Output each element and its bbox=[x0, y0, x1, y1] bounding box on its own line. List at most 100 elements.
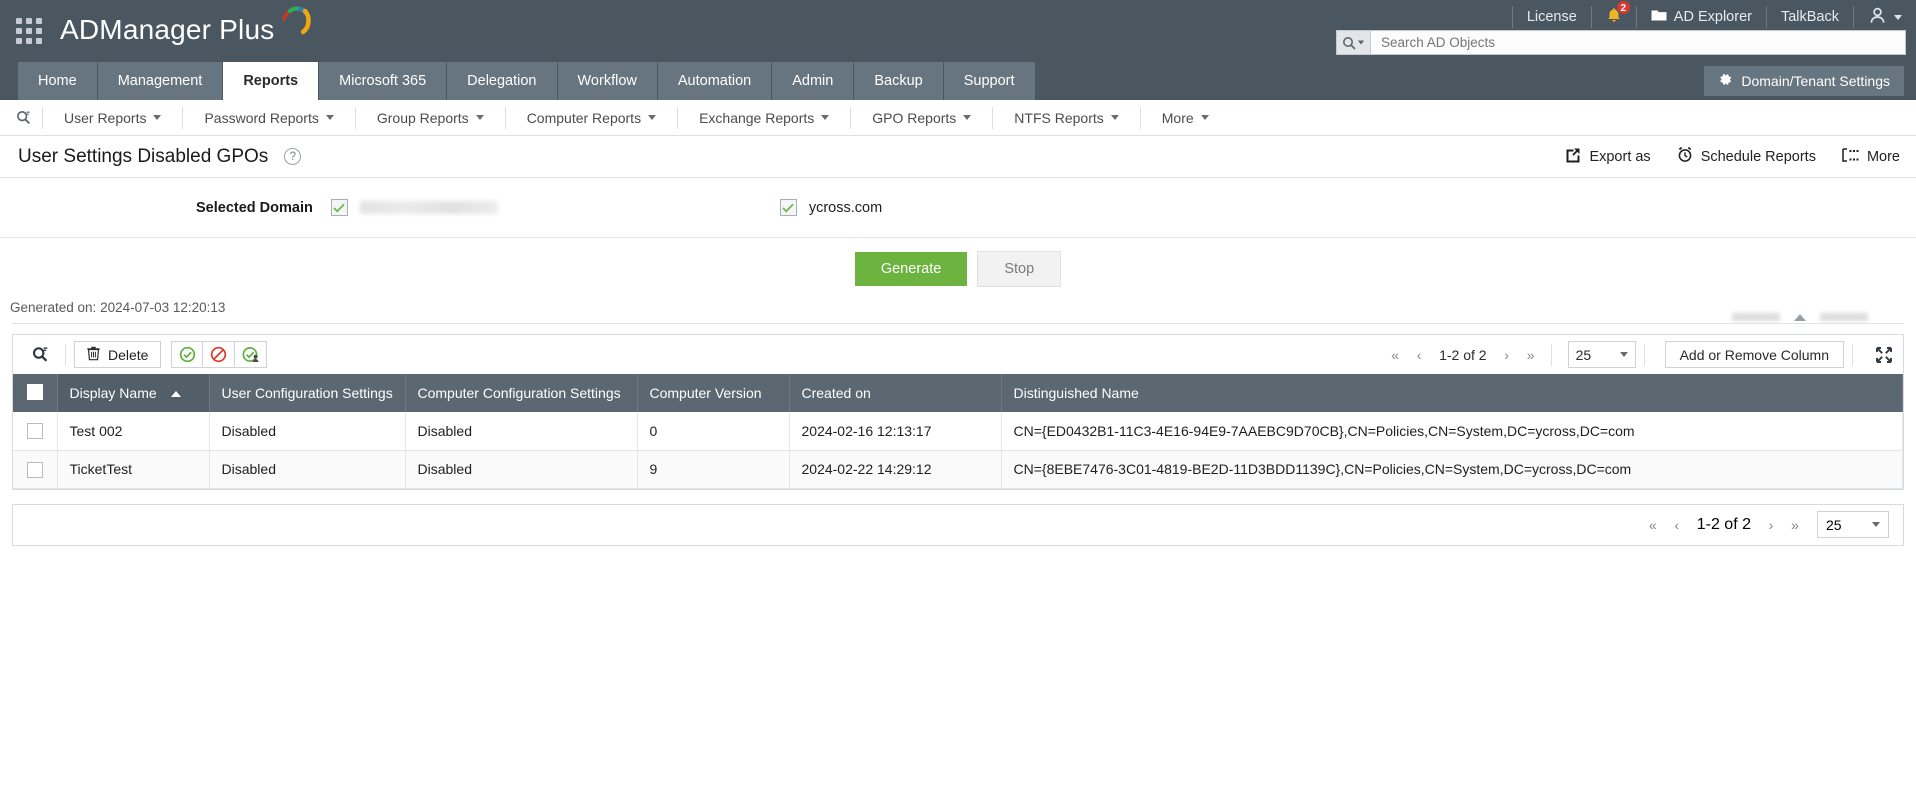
chevron-down-icon bbox=[1200, 115, 1209, 120]
disable-gpo-button[interactable] bbox=[203, 341, 236, 368]
search-input[interactable] bbox=[1371, 34, 1905, 51]
collapse-arrow-icon[interactable] bbox=[1794, 313, 1806, 321]
prev-page-button-bottom[interactable]: ‹ bbox=[1665, 513, 1689, 537]
schedule-reports-button[interactable]: Schedule Reports bbox=[1677, 146, 1816, 167]
cell-display-name: TicketTest bbox=[57, 450, 210, 489]
nav-tab-automation[interactable]: Automation bbox=[657, 62, 772, 100]
talkback-link[interactable]: TalkBack bbox=[1767, 6, 1854, 28]
column-header-display-name[interactable]: Display Name bbox=[57, 374, 210, 412]
chevron-down-icon bbox=[963, 115, 972, 120]
cell-distinguished-name: CN={8EBE7476-3C01-4819-BE2D-11D3BDD1139C… bbox=[1001, 450, 1903, 489]
top-header-bar: ADManager Plus License 2 AD Explorer Tal… bbox=[0, 0, 1916, 62]
subnav-item-ntfs-reports[interactable]: NTFS Reports bbox=[992, 106, 1139, 129]
select-all-checkbox[interactable] bbox=[26, 383, 43, 400]
nav-tab-support[interactable]: Support bbox=[943, 62, 1035, 100]
cell-user-config: Disabled bbox=[209, 450, 406, 489]
cell-computer-config: Disabled bbox=[405, 450, 638, 489]
column-header-created-on[interactable]: Created on bbox=[789, 374, 1002, 412]
page-size-select-bottom[interactable]: 25 bbox=[1817, 511, 1889, 538]
subnav-item-group-reports[interactable]: Group Reports bbox=[354, 106, 505, 129]
next-page-button-bottom[interactable]: › bbox=[1759, 513, 1783, 537]
ad-search-box[interactable] bbox=[1336, 30, 1906, 55]
page-size-value: 25 bbox=[1575, 346, 1592, 363]
toolbar-divider bbox=[65, 343, 66, 366]
apps-grid-icon[interactable] bbox=[12, 14, 46, 48]
next-page-button[interactable]: › bbox=[1495, 343, 1519, 367]
report-grid: Delete « ‹ 1-2 of 2 › » 25 Add or Remove… bbox=[12, 334, 1904, 490]
last-page-button[interactable]: » bbox=[1519, 343, 1543, 367]
header-right-actions: License 2 AD Explorer TalkBack bbox=[1511, 0, 1916, 34]
column-header-computer-configuration-settings[interactable]: Computer Configuration Settings bbox=[405, 374, 638, 412]
row-checkbox[interactable] bbox=[26, 461, 43, 478]
prev-page-button[interactable]: ‹ bbox=[1407, 343, 1431, 367]
page-size-select[interactable]: 25 bbox=[1567, 341, 1636, 368]
search-scope-chevron-icon[interactable] bbox=[1357, 40, 1365, 45]
ad-explorer-link[interactable]: AD Explorer bbox=[1637, 6, 1767, 28]
grid-body: Display Name User Configuration Settings… bbox=[12, 374, 1904, 490]
generate-button[interactable]: Generate bbox=[854, 252, 968, 286]
nav-tab-workflow[interactable]: Workflow bbox=[557, 62, 657, 100]
nav-tab-management[interactable]: Management bbox=[97, 62, 223, 100]
view-chip-1[interactable] bbox=[1732, 313, 1780, 321]
nav-tab-home[interactable]: Home bbox=[18, 62, 97, 100]
subnav-item-more[interactable]: More bbox=[1139, 106, 1230, 129]
stop-button[interactable]: Stop bbox=[977, 251, 1062, 287]
nav-tab-microsoft-365[interactable]: Microsoft 365 bbox=[319, 62, 447, 100]
help-icon[interactable]: ? bbox=[284, 148, 302, 165]
column-header-user-configuration-settings[interactable]: User Configuration Settings bbox=[209, 374, 406, 412]
nav-tab-backup[interactable]: Backup bbox=[854, 62, 943, 100]
table-row[interactable]: Test 002 Disabled Disabled 0 2024-02-16 … bbox=[13, 412, 1903, 451]
chevron-down-icon bbox=[153, 115, 162, 120]
logo-swoosh-icon bbox=[278, 5, 312, 44]
add-remove-column-button[interactable]: Add or Remove Column bbox=[1664, 341, 1844, 368]
row-checkbox[interactable] bbox=[26, 423, 43, 440]
cell-computer-config: Disabled bbox=[405, 412, 638, 451]
delete-button[interactable]: Delete bbox=[74, 341, 162, 368]
more-list-icon bbox=[1842, 147, 1859, 166]
domain-checkbox-1[interactable] bbox=[330, 199, 348, 216]
view-toggle-group bbox=[1732, 313, 1868, 321]
export-as-button[interactable]: Export as bbox=[1565, 147, 1651, 167]
cell-computer-version: 9 bbox=[637, 450, 790, 489]
row-select-cell[interactable] bbox=[13, 450, 58, 489]
enable-gpo-button[interactable] bbox=[171, 341, 204, 368]
subnav-item-gpo-reports[interactable]: GPO Reports bbox=[850, 106, 992, 129]
grid-pagination-top: « ‹ 1-2 of 2 › » 25 Add or Remove Column bbox=[1383, 341, 1893, 368]
grid-pagination-bottom: « ‹ 1-2 of 2 › » 25 bbox=[12, 503, 1904, 546]
nav-tab-reports[interactable]: Reports bbox=[223, 62, 319, 100]
subnav-item-user-reports[interactable]: User Reports bbox=[42, 106, 182, 129]
fullscreen-icon[interactable] bbox=[1875, 346, 1893, 364]
domain-tenant-settings-button[interactable]: Domain/Tenant Settings bbox=[1704, 66, 1904, 96]
enable-gpo-for-user-button[interactable] bbox=[235, 341, 268, 368]
subnav-item-password-reports[interactable]: Password Reports bbox=[182, 106, 354, 129]
row-select-cell[interactable] bbox=[13, 412, 58, 451]
domain-checkbox-2[interactable] bbox=[779, 199, 797, 216]
last-page-button-bottom[interactable]: » bbox=[1783, 513, 1807, 537]
user-account-menu[interactable] bbox=[1854, 6, 1916, 28]
pager-divider bbox=[1550, 343, 1552, 366]
notifications-button[interactable]: 2 bbox=[1592, 0, 1637, 28]
subnav-search-icon[interactable] bbox=[4, 110, 42, 125]
subnav-item-computer-reports[interactable]: Computer Reports bbox=[504, 106, 677, 129]
nav-tab-delegation[interactable]: Delegation bbox=[447, 62, 557, 100]
subnav-item-exchange-reports[interactable]: Exchange Reports bbox=[677, 106, 850, 129]
subnav-label: NTFS Reports bbox=[1014, 109, 1104, 126]
more-actions-button[interactable]: More bbox=[1842, 147, 1900, 166]
alarm-clock-icon bbox=[1677, 146, 1693, 167]
table-row[interactable]: TicketTest Disabled Disabled 9 2024-02-2… bbox=[13, 450, 1903, 489]
search-icon[interactable] bbox=[1337, 31, 1371, 54]
column-label: Distinguished Name bbox=[1013, 385, 1139, 401]
first-page-button-bottom[interactable]: « bbox=[1641, 513, 1665, 537]
subnav-label: Exchange Reports bbox=[699, 109, 815, 126]
reports-subnav: User Reports Password Reports Group Repo… bbox=[0, 100, 1916, 136]
view-chip-2[interactable] bbox=[1820, 313, 1868, 321]
license-link[interactable]: License bbox=[1511, 6, 1592, 28]
nav-tab-admin[interactable]: Admin bbox=[772, 62, 854, 100]
table-header-row: Display Name User Configuration Settings… bbox=[13, 374, 1903, 412]
column-header-distinguished-name[interactable]: Distinguished Name bbox=[1001, 374, 1903, 412]
schedule-reports-label: Schedule Reports bbox=[1700, 148, 1816, 165]
first-page-button[interactable]: « bbox=[1383, 343, 1407, 367]
grid-search-icon[interactable] bbox=[23, 346, 57, 363]
column-header-computer-version[interactable]: Computer Version bbox=[637, 374, 790, 412]
select-all-header[interactable] bbox=[13, 374, 58, 412]
